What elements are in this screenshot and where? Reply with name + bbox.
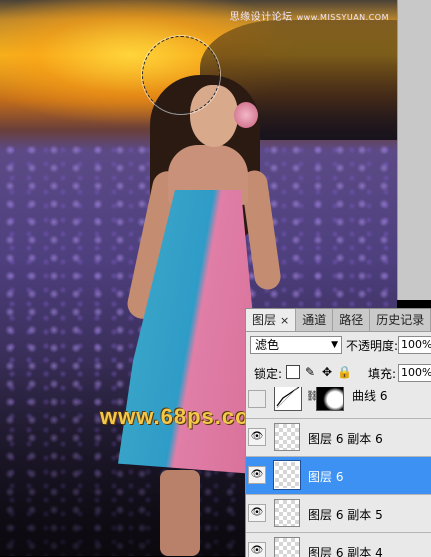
layers-panel: 图层 × 通道 路径 历史记录 滤色 ▼ 不透明度: 100% 锁定: ✎ ✥ 🔒… xyxy=(245,308,431,557)
eye-icon[interactable]: 👁 xyxy=(248,504,266,522)
opacity-label: 不透明度: xyxy=(346,339,399,353)
tab-history[interactable]: 历史记录 xyxy=(370,309,431,331)
layer-name: 图层 6 副本 6 xyxy=(308,432,383,446)
eye-icon[interactable]: 👁 xyxy=(248,428,266,446)
workspace-background xyxy=(397,0,431,300)
blend-mode-select[interactable]: 滤色 ▼ xyxy=(250,336,342,354)
lock-brush-icon[interactable]: ✎ xyxy=(303,365,317,379)
hair-flower xyxy=(234,102,258,128)
tab-layers-label: 图层 xyxy=(252,313,277,327)
watermark-top-text: 思缘设计论坛 xyxy=(229,12,293,23)
curves-adjustment-icon xyxy=(274,387,302,411)
watermark-top-url: www.MISSYUAN.COM xyxy=(296,13,389,22)
fill-label: 填充: xyxy=(368,367,397,381)
opacity-input[interactable]: 100% xyxy=(398,336,431,354)
visibility-toggle[interactable] xyxy=(248,390,266,408)
woman-legs xyxy=(160,470,200,556)
layer-row[interactable]: 👁 图层 6 副本 6 xyxy=(246,419,431,457)
eye-icon[interactable]: 👁 xyxy=(248,466,266,484)
layer-thumbnail xyxy=(274,423,300,451)
layer-thumbnail xyxy=(273,460,301,490)
tab-paths[interactable]: 路径 xyxy=(333,309,371,331)
tab-layers[interactable]: 图层 × xyxy=(246,309,297,331)
lock-label: 锁定: xyxy=(254,367,283,381)
layer-name: 曲线 6 xyxy=(352,389,388,403)
layer-name: 图层 6 副本 5 xyxy=(308,508,383,522)
tab-channels-label: 通道 xyxy=(302,313,327,327)
chevron-down-icon: ▼ xyxy=(331,340,338,350)
elliptical-selection-marquee[interactable] xyxy=(142,36,220,114)
layer-thumbnail xyxy=(274,537,300,557)
tab-paths-label: 路径 xyxy=(339,313,364,327)
watermark-top: 思缘设计论坛 www.MISSYUAN.COM xyxy=(230,8,389,23)
blend-opacity-row: 滤色 ▼ 不透明度: 100% xyxy=(246,333,431,357)
layer-row-curves[interactable]: ⛓ 曲线 6 xyxy=(246,387,431,419)
layer-name: 图层 6 副本 4 xyxy=(308,546,383,557)
layers-list: ⛓ 曲线 6 👁 图层 6 副本 6 👁 图层 6 👁 图层 6 副本 5 👁 … xyxy=(246,387,431,557)
layer-row-selected[interactable]: 👁 图层 6 xyxy=(246,457,431,495)
lock-fill-row: 锁定: ✎ ✥ 🔒 填充: 100% xyxy=(246,361,431,385)
close-icon[interactable]: × xyxy=(280,314,289,327)
lock-transparency-icon[interactable] xyxy=(286,365,300,379)
lock-move-icon[interactable]: ✥ xyxy=(320,365,334,379)
layer-row[interactable]: 👁 图层 6 副本 4 xyxy=(246,533,431,557)
layer-mask-thumbnail[interactable] xyxy=(316,387,344,411)
tab-history-label: 历史记录 xyxy=(376,313,425,327)
blend-mode-value: 滤色 xyxy=(255,338,280,352)
lock-all-icon[interactable]: 🔒 xyxy=(337,365,352,379)
panel-tabs: 图层 × 通道 路径 历史记录 xyxy=(246,309,431,332)
layer-row[interactable]: 👁 图层 6 副本 5 xyxy=(246,495,431,533)
layer-thumbnail xyxy=(274,499,300,527)
layer-name: 图层 6 xyxy=(308,470,344,484)
eye-icon[interactable]: 👁 xyxy=(248,542,266,557)
fill-input[interactable]: 100% xyxy=(398,364,431,382)
tab-channels[interactable]: 通道 xyxy=(296,309,334,331)
